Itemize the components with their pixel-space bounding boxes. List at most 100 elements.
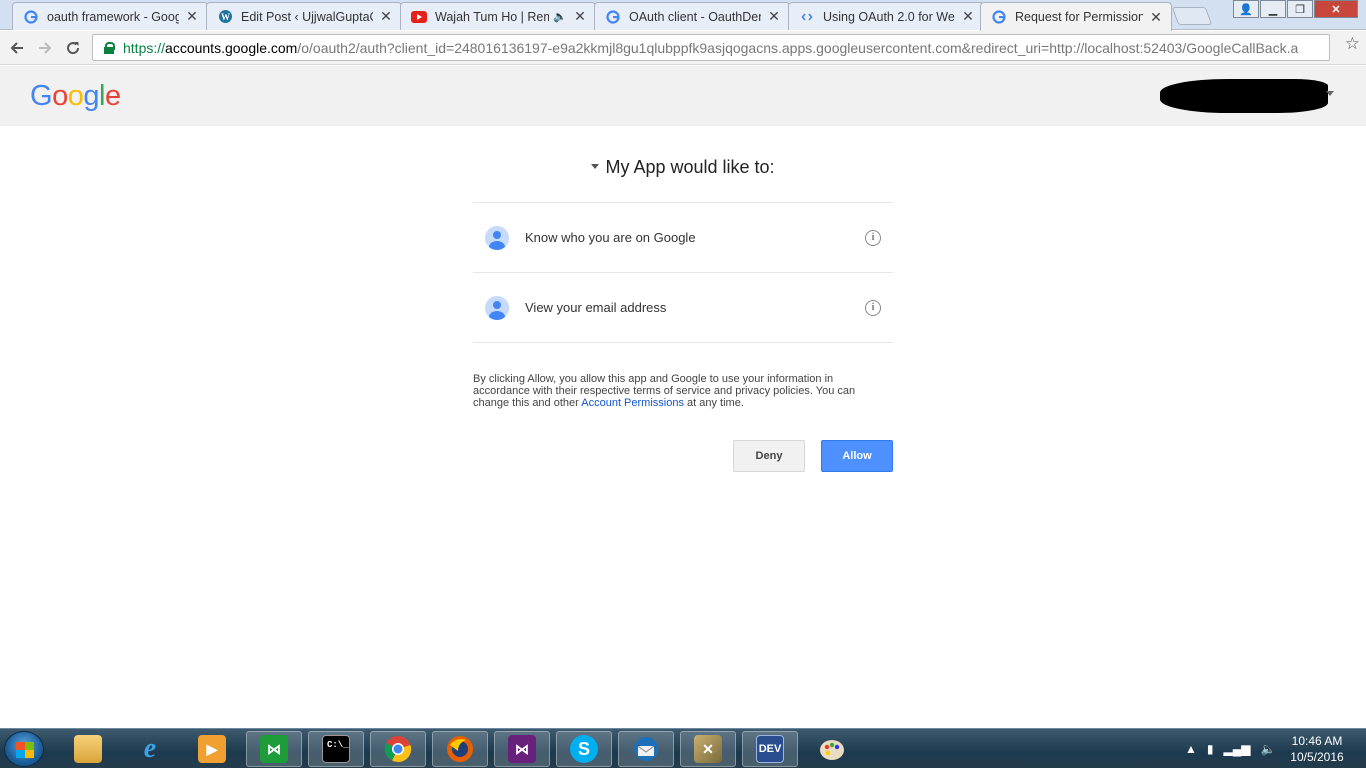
network-device-icon[interactable]: ▮ <box>1207 742 1214 756</box>
taskbar-thunderbird[interactable] <box>618 731 674 767</box>
taskbar-dev-cmd[interactable]: DEV <box>742 731 798 767</box>
forward-button[interactable] <box>34 37 56 59</box>
scope-item[interactable]: View your email address i <box>473 272 893 342</box>
browser-tab-active[interactable]: Request for Permission ✕ <box>980 2 1172 31</box>
close-icon[interactable]: ✕ <box>767 8 781 25</box>
clock-time: 10:46 AM <box>1291 734 1343 748</box>
deny-button[interactable]: Deny <box>733 440 805 472</box>
google-dev-icon <box>799 9 815 25</box>
taskbar-vs-code[interactable]: ⋈ <box>246 731 302 767</box>
close-icon[interactable]: ✕ <box>379 8 393 25</box>
consent-title[interactable]: My App would like to: <box>473 157 893 202</box>
start-button[interactable] <box>4 731 44 767</box>
volume-icon[interactable]: 🔈 <box>1260 742 1275 756</box>
reload-button[interactable] <box>62 37 84 59</box>
lock-icon <box>103 41 115 54</box>
taskbar-chrome[interactable] <box>370 731 426 767</box>
close-icon[interactable]: ✕ <box>185 8 199 25</box>
account-permissions-link[interactable]: Account Permissions <box>581 397 684 409</box>
taskbar-explorer[interactable] <box>60 731 116 767</box>
url-path: /o/oauth2/auth?client_id=248016136197-e9… <box>297 39 1299 56</box>
back-button[interactable] <box>6 37 28 59</box>
chrome-icon <box>384 736 412 763</box>
chevron-down-icon[interactable] <box>1326 91 1334 96</box>
browser-tab-bar: oauth framework - Goog ✕ W Edit Post ‹ U… <box>0 0 1366 31</box>
browser-tab[interactable]: Using OAuth 2.0 for Web ✕ <box>788 2 984 30</box>
minimize-button[interactable]: ▁ <box>1260 0 1286 18</box>
google-g-icon <box>605 9 621 25</box>
browser-toolbar: https:// accounts.google.com /o/oauth2/a… <box>0 31 1366 65</box>
taskbar-skype[interactable]: S <box>556 731 612 767</box>
google-logo[interactable]: Google <box>30 80 121 113</box>
console-icon: C:\_ <box>322 735 350 763</box>
logo-letter: e <box>104 80 121 112</box>
arrow-right-icon <box>39 42 52 54</box>
visual-studio-icon: ⋈ <box>508 735 536 763</box>
svg-text:W: W <box>221 12 230 22</box>
window-close-button[interactable]: ✕ <box>1314 0 1358 18</box>
consent-panel: My App would like to: Know who you are o… <box>473 126 893 472</box>
redacted-account-name[interactable] <box>1160 79 1328 113</box>
disclaimer-suffix: at any time. <box>683 397 744 409</box>
browser-tab[interactable]: oauth framework - Goog ✕ <box>12 2 208 30</box>
dev-icon: DEV <box>756 735 784 763</box>
consent-disclaimer: By clicking Allow, you allow this app an… <box>473 373 893 409</box>
arrow-left-icon <box>10 42 23 54</box>
firefox-icon <box>447 736 473 762</box>
url-scheme: https:// <box>123 39 166 56</box>
tab-title: Request for Permission <box>1015 10 1143 24</box>
google-g-icon <box>23 9 39 25</box>
info-icon[interactable]: i <box>865 299 881 316</box>
taskbar-console[interactable]: C:\_ <box>308 731 364 767</box>
allow-button[interactable]: Allow <box>821 440 893 472</box>
logo-letter: G <box>30 80 53 112</box>
tab-title: Using OAuth 2.0 for Web <box>823 9 955 24</box>
scope-list: Know who you are on Google i View your e… <box>473 202 893 343</box>
speaker-icon[interactable]: 🔈 <box>553 10 567 23</box>
close-icon[interactable]: ✕ <box>1149 9 1163 26</box>
user-icon[interactable]: 👤 <box>1233 0 1259 18</box>
skype-icon: S <box>570 735 598 763</box>
taskbar-media-player[interactable]: ▶ <box>184 731 240 767</box>
chevron-up-icon[interactable]: ▲ <box>1185 742 1197 756</box>
taskbar-firefox[interactable] <box>432 731 488 767</box>
system-tray: ▲ ▮ ▂▄▆ 🔈 <box>1185 729 1275 769</box>
consent-buttons: Deny Allow <box>473 440 893 472</box>
restore-button[interactable]: ❐ <box>1287 0 1313 18</box>
paint-palette-icon <box>820 740 844 760</box>
wordpress-icon: W <box>217 9 233 25</box>
person-icon <box>485 225 509 250</box>
reload-icon <box>67 42 80 55</box>
close-icon[interactable]: ✕ <box>573 8 587 25</box>
internet-explorer-icon: e <box>143 733 157 764</box>
scope-label: View your email address <box>525 300 667 315</box>
windows-taskbar: e ▶ ⋈ C:\_ ⋈ S ✕ DEV ▲ ▮ ▂▄▆ 🔈 10:46 AM … <box>0 728 1366 768</box>
tab-title: oauth framework - Goog <box>47 9 179 24</box>
signal-bars-icon[interactable]: ▂▄▆ <box>1224 742 1251 756</box>
folder-icon <box>74 735 102 763</box>
close-icon[interactable]: ✕ <box>961 8 975 25</box>
browser-tab[interactable]: W Edit Post ‹ UjjwalGuptaOf ✕ <box>206 2 402 30</box>
taskbar-paint[interactable] <box>804 731 860 767</box>
bookmark-star-icon[interactable]: ☆ <box>1345 34 1360 54</box>
person-icon <box>485 295 509 320</box>
taskbar-ie[interactable]: e <box>122 731 178 767</box>
google-g-icon <box>991 9 1007 25</box>
logo-letter: g <box>83 80 99 112</box>
new-tab-button[interactable] <box>1171 7 1213 25</box>
taskbar-visual-studio[interactable]: ⋈ <box>494 731 550 767</box>
url-host: accounts.google.com <box>165 39 298 56</box>
thunderbird-icon <box>634 737 658 761</box>
browser-tab[interactable]: OAuth client - OauthDen ✕ <box>594 2 790 30</box>
clock-date: 10/5/2016 <box>1290 750 1344 764</box>
caret-down-icon <box>591 163 600 169</box>
info-icon[interactable]: i <box>865 229 881 246</box>
taskbar-clock[interactable]: 10:46 AM 10/5/2016 <box>1282 733 1352 765</box>
logo-letter: o <box>52 80 68 112</box>
address-bar[interactable]: https:// accounts.google.com /o/oauth2/a… <box>92 34 1330 61</box>
taskbar-tools[interactable]: ✕ <box>680 731 736 767</box>
tab-title: OAuth client - OauthDen <box>629 9 761 24</box>
window-controls: 👤 ▁ ❐ ✕ <box>1233 0 1358 18</box>
scope-item[interactable]: Know who you are on Google i <box>473 202 893 272</box>
browser-tab[interactable]: Wajah Tum Ho | Remi 🔈 ✕ <box>400 2 596 30</box>
